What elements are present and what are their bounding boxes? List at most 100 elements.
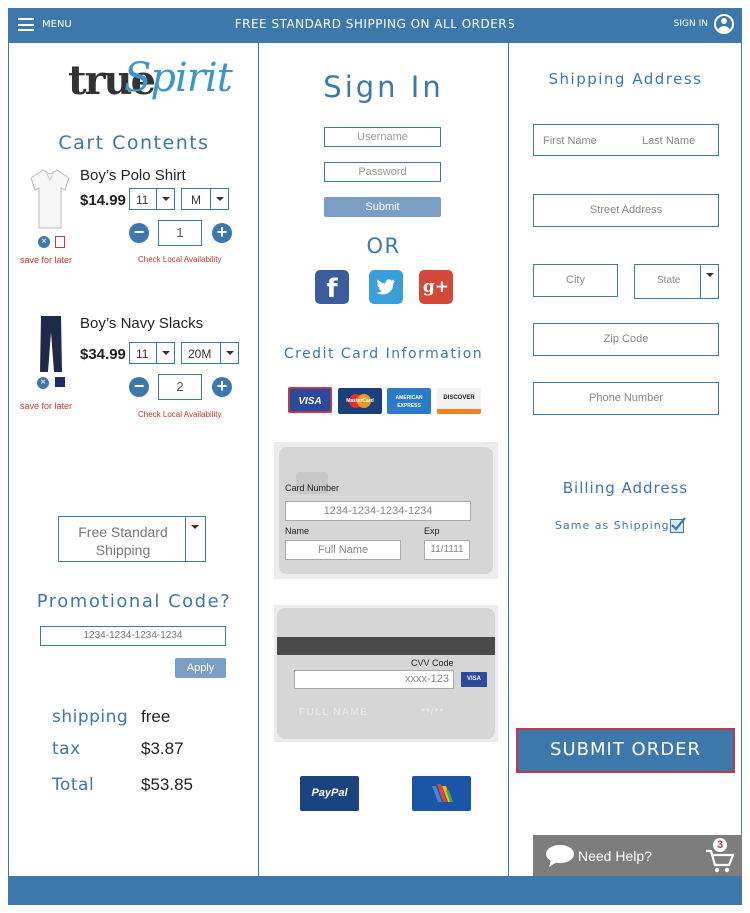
user-icon — [714, 14, 734, 34]
credit-card-title: Credit Card Information — [283, 346, 484, 362]
chevron-down-icon — [220, 343, 238, 363]
remove-item-icon[interactable]: × — [38, 236, 50, 248]
polo-shirt-image[interactable] — [29, 166, 71, 230]
shipping-address-title: Shipping Address — [548, 70, 703, 88]
shipping-label: shipping — [52, 707, 129, 727]
size-select[interactable]: 11 — [129, 188, 175, 210]
first-name-input[interactable]: First Name — [543, 135, 597, 147]
password-input[interactable]: Password — [324, 162, 441, 182]
item-color-swatch[interactable] — [55, 377, 65, 387]
item-name: Boy’s Navy Slacks — [80, 315, 204, 332]
sign-in-label: SIGN IN — [673, 19, 708, 29]
username-input[interactable]: Username — [324, 127, 441, 147]
exp-label: Exp — [424, 526, 440, 536]
item-name: Boy’s Polo Shirt — [80, 167, 186, 184]
check-availability-link[interactable]: Check Local Availability — [138, 255, 221, 264]
shopping-cart-icon — [706, 849, 735, 873]
google-plus-icon[interactable]: g+ — [419, 270, 453, 304]
card-number-label: Card Number — [285, 483, 340, 493]
zip-code-input[interactable]: Zip Code — [533, 323, 719, 356]
name-fields: First Name Last Name — [533, 124, 719, 156]
state-select[interactable]: State — [634, 264, 719, 299]
same-as-shipping-checkbox[interactable] — [670, 517, 686, 533]
chat-bubble-icon — [546, 845, 574, 867]
phone-number-input[interactable]: Phone Number — [533, 382, 719, 415]
cart-title: Cart Contents — [58, 132, 210, 154]
brand-logo[interactable]: true Spirit — [68, 55, 233, 120]
item-color-swatch[interactable] — [55, 236, 65, 248]
total-label: Total — [52, 775, 95, 795]
top-bar: MENU FREE STANDARD SHIPPING ON ALL ORDER… — [8, 8, 742, 43]
chevron-down-icon — [700, 265, 718, 298]
chevron-down-icon — [156, 189, 174, 209]
bottom-bar — [8, 876, 742, 905]
card-number-input[interactable]: 1234-1234-1234-1234 — [285, 501, 471, 521]
shipping-method-select[interactable]: Free Standard Shipping — [58, 516, 206, 562]
mastercard-logo[interactable]: MasterCard — [338, 388, 382, 414]
need-help-button[interactable]: Need Help? 3 — [533, 835, 742, 876]
google-wallet-icon — [432, 784, 453, 802]
apply-button[interactable]: Apply — [175, 658, 226, 678]
column-divider — [508, 8, 509, 905]
expiry-input[interactable]: 11/1111 — [424, 540, 470, 560]
sign-in-link[interactable]: SIGN IN — [674, 14, 734, 34]
cardholder-name-input[interactable]: Full Name — [285, 540, 401, 560]
promo-banner: FREE STANDARD SHIPPING ON ALL ORDERS — [234, 17, 516, 31]
sign-in-submit-button[interactable]: Submit — [324, 197, 441, 217]
size-select[interactable]: 11 — [129, 342, 175, 364]
cart-count-badge: 3 — [713, 838, 727, 852]
cvv-label: CVV Code — [411, 658, 454, 668]
fit-select[interactable]: 20M — [181, 342, 239, 364]
chevron-down-icon — [156, 343, 174, 363]
need-help-label: Need Help? — [578, 848, 652, 864]
quantity-input[interactable]: 2 — [158, 374, 202, 400]
same-as-shipping-label: Same as Shipping — [555, 519, 670, 532]
street-address-input[interactable]: Street Address — [533, 194, 719, 227]
column-divider — [258, 8, 259, 905]
decrease-quantity-button[interactable]: − — [129, 223, 149, 243]
cvv-visa-logo: VISA — [461, 672, 487, 687]
tax-label: tax — [52, 739, 81, 759]
google-wallet-button[interactable] — [412, 776, 471, 811]
city-input[interactable]: City — [533, 264, 618, 297]
item-price: $14.99 — [80, 192, 126, 209]
fit-select[interactable]: M — [181, 188, 229, 210]
checkmark-icon — [671, 517, 686, 531]
card-front-panel: Card Number 1234-1234-1234-1234 Name Ful… — [274, 442, 498, 579]
sign-in-title: Sign In — [323, 70, 444, 104]
promo-code-title: Promotional Code? — [36, 591, 232, 612]
last-name-input[interactable]: Last Name — [642, 135, 695, 147]
discover-logo[interactable]: DISCOVER — [437, 388, 481, 414]
cvv-input[interactable]: xxxx-123 — [294, 670, 454, 689]
increase-quantity-button[interactable]: + — [212, 223, 232, 243]
save-for-later-link[interactable]: save for later — [20, 401, 72, 411]
card-back-full-name: FULL NAME — [299, 707, 369, 718]
navy-slacks-image[interactable] — [38, 314, 64, 374]
save-for-later-link[interactable]: save for later — [20, 255, 72, 265]
or-divider: OR — [366, 234, 401, 258]
item-price: $34.99 — [80, 346, 126, 363]
card-back-expiry: **/** — [421, 707, 445, 718]
minus-icon: − — [133, 376, 145, 396]
facebook-icon[interactable]: f — [315, 270, 349, 304]
logo-text-spirit: Spirit — [124, 55, 233, 101]
quantity-input[interactable]: 1 — [158, 220, 202, 246]
shipping-value: free — [141, 707, 171, 726]
paypal-button[interactable]: PayPal — [300, 776, 359, 811]
amex-logo[interactable]: AMERICAN EXPRESS — [387, 388, 431, 414]
chevron-down-icon — [210, 189, 228, 209]
visa-logo[interactable]: VISA — [288, 387, 332, 413]
billing-address-title: Billing Address — [562, 479, 689, 497]
magnetic-stripe — [277, 637, 495, 655]
twitter-icon[interactable] — [369, 270, 403, 304]
card-back-panel: CVV Code xxxx-123 VISA FULL NAME **/** — [274, 605, 498, 742]
plus-icon: + — [216, 222, 228, 242]
minus-icon: − — [133, 222, 145, 242]
increase-quantity-button[interactable]: + — [212, 377, 232, 397]
promo-code-input[interactable]: 1234-1234-1234-1234 — [40, 626, 226, 646]
check-availability-link[interactable]: Check Local Availability — [138, 410, 221, 419]
name-label: Name — [285, 526, 310, 536]
remove-item-icon[interactable]: × — [37, 377, 49, 389]
decrease-quantity-button[interactable]: − — [129, 377, 149, 397]
submit-order-button[interactable]: SUBMIT ORDER — [516, 728, 735, 773]
